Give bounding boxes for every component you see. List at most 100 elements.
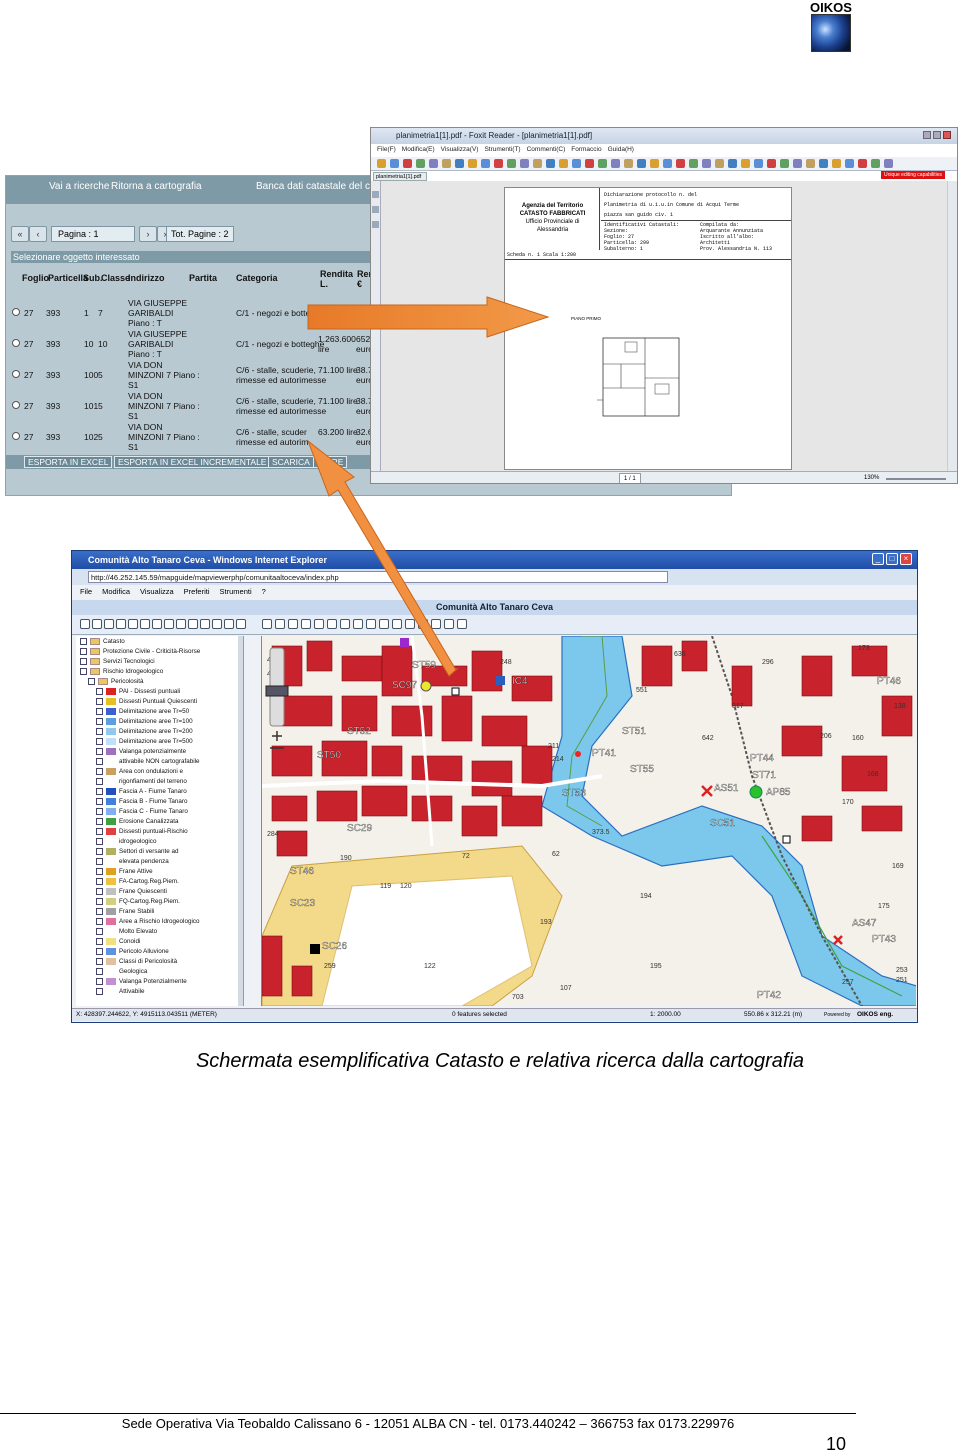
export-excel-button[interactable]: ESPORTA IN EXCEL — [24, 456, 113, 468]
map-tool-icon[interactable] — [379, 619, 389, 629]
first-page-button[interactable]: « — [11, 226, 29, 242]
toolbar-icon[interactable] — [806, 159, 815, 168]
toolbar-icon[interactable] — [585, 159, 594, 168]
legend-checkbox[interactable] — [80, 638, 87, 645]
legend-checkbox[interactable] — [96, 988, 103, 995]
toolbar-icon[interactable] — [390, 159, 399, 168]
map-tool-icon[interactable] — [200, 619, 210, 629]
toolbar-icon[interactable] — [494, 159, 503, 168]
toolbar-icon[interactable] — [403, 159, 412, 168]
export-excel-incremental-button[interactable]: ESPORTA IN EXCEL INCREMENTALE — [114, 456, 271, 468]
table-row[interactable]: 27 393 102 5 VIA DON MINZONI 7 Piano : S1 C/6 -… — [6, 422, 386, 452]
toolbar-icon[interactable] — [546, 159, 555, 168]
legend-checkbox[interactable] — [96, 978, 103, 985]
zoom-slider[interactable] — [886, 478, 946, 480]
toolbar-icon[interactable] — [793, 159, 802, 168]
map-tool-icon[interactable] — [128, 619, 138, 629]
toolbar-icon[interactable] — [624, 159, 633, 168]
legend-checkbox[interactable] — [96, 728, 103, 735]
toolbar-icon[interactable] — [650, 159, 659, 168]
toolbar-icon[interactable] — [715, 159, 724, 168]
legend-checkbox[interactable] — [96, 818, 103, 825]
toolbar-icon[interactable] — [819, 159, 828, 168]
legend-checkbox[interactable] — [96, 858, 103, 865]
row-select-radio[interactable] — [12, 401, 20, 409]
toolbar-icon[interactable] — [455, 159, 464, 168]
ie-menu-item[interactable]: ? — [262, 587, 266, 596]
map-tool-icon[interactable] — [405, 619, 415, 629]
map-tool-icon[interactable] — [327, 619, 337, 629]
legend-checkbox[interactable] — [80, 648, 87, 655]
close-icon[interactable]: × — [900, 553, 912, 565]
toolbar-icon[interactable] — [611, 159, 620, 168]
legend-checkbox[interactable] — [96, 898, 103, 905]
map-tool-icon[interactable] — [188, 619, 198, 629]
legend-checkbox[interactable] — [96, 958, 103, 965]
maximize-icon[interactable]: □ — [886, 553, 898, 565]
ie-menu-item[interactable]: File — [80, 587, 92, 596]
pdf-scrollbar[interactable] — [947, 181, 957, 471]
ie-menu-item[interactable]: Strumenti — [220, 587, 252, 596]
legend-checkbox[interactable] — [96, 698, 103, 705]
map-tool-icon[interactable] — [353, 619, 363, 629]
close-icon[interactable] — [943, 131, 951, 139]
row-select-radio[interactable] — [12, 432, 20, 440]
url-field[interactable]: http://46.252.145.59/mapguide/mapviewerp… — [88, 571, 668, 583]
legend-checkbox[interactable] — [80, 668, 87, 675]
map-tool-icon[interactable] — [275, 619, 285, 629]
scarica-button[interactable]: SCARICA — [268, 456, 314, 468]
legend-checkbox[interactable] — [96, 918, 103, 925]
toolbar-icon[interactable] — [598, 159, 607, 168]
pdf-document-tab[interactable]: planimetria1[1].pdf — [373, 172, 427, 181]
map-tool-icon[interactable] — [152, 619, 162, 629]
legend-checkbox[interactable] — [96, 808, 103, 815]
toolbar-icon[interactable] — [676, 159, 685, 168]
toolbar-icon[interactable] — [416, 159, 425, 168]
toolbar-icon[interactable] — [871, 159, 880, 168]
toolbar-icon[interactable] — [832, 159, 841, 168]
toolbar-icon[interactable] — [533, 159, 542, 168]
toolbar-icon[interactable] — [858, 159, 867, 168]
legend-checkbox[interactable] — [96, 928, 103, 935]
nav-cartografia-link[interactable]: Ritorna a cartografia — [111, 181, 202, 192]
row-select-radio[interactable] — [12, 339, 20, 347]
legend-checkbox[interactable] — [88, 678, 95, 685]
map-tool-icon[interactable] — [366, 619, 376, 629]
next-page-button[interactable]: › — [139, 226, 157, 242]
pdf-menu-item[interactable]: Commenti(C) — [527, 146, 566, 153]
map-tool-icon[interactable] — [224, 619, 234, 629]
toolbar-icon[interactable] — [507, 159, 516, 168]
legend-checkbox[interactable] — [96, 718, 103, 725]
toolbar-icon[interactable] — [767, 159, 776, 168]
legend-scrollbar[interactable] — [238, 636, 243, 1006]
toolbar-icon[interactable] — [754, 159, 763, 168]
map-tool-icon[interactable] — [176, 619, 186, 629]
pdf-menu-item[interactable]: Modifica(E) — [402, 146, 435, 153]
map-tool-icon[interactable] — [340, 619, 350, 629]
toolbar-icon[interactable] — [845, 159, 854, 168]
maximize-icon[interactable] — [933, 131, 941, 139]
legend-checkbox[interactable] — [96, 908, 103, 915]
map-tool-icon[interactable] — [262, 619, 272, 629]
map-canvas[interactable]: ST59 SC97 ST52 ST50 SC29 ST46 SC23 SC26 ST53 ST51… — [262, 636, 916, 1006]
ie-menu-item[interactable]: Modifica — [102, 587, 130, 596]
legend-checkbox[interactable] — [96, 768, 103, 775]
map-tool-icon[interactable] — [457, 619, 467, 629]
toolbar-icon[interactable] — [728, 159, 737, 168]
legend-item[interactable]: Attivabile — [76, 986, 236, 997]
toolbar-icon[interactable] — [884, 159, 893, 168]
map-tool-icon[interactable] — [431, 619, 441, 629]
table-row[interactable]: 27 393 101 5 VIA DON MINZONI 7 Piano : S1 C/6 -… — [6, 391, 386, 421]
toolbar-icon[interactable] — [481, 159, 490, 168]
pdf-menu-item[interactable]: Formaccio — [571, 146, 601, 153]
legend-checkbox[interactable] — [96, 948, 103, 955]
nav-ricerche-link[interactable]: Vai a ricerche — [49, 181, 109, 192]
pages-icon[interactable] — [372, 206, 379, 213]
map-tool-icon[interactable] — [116, 619, 126, 629]
legend-checkbox[interactable] — [96, 788, 103, 795]
row-select-radio[interactable] — [12, 370, 20, 378]
legend-checkbox[interactable] — [96, 708, 103, 715]
attachment-icon[interactable] — [372, 221, 379, 228]
legend-checkbox[interactable] — [96, 758, 103, 765]
legend-checkbox[interactable] — [96, 968, 103, 975]
